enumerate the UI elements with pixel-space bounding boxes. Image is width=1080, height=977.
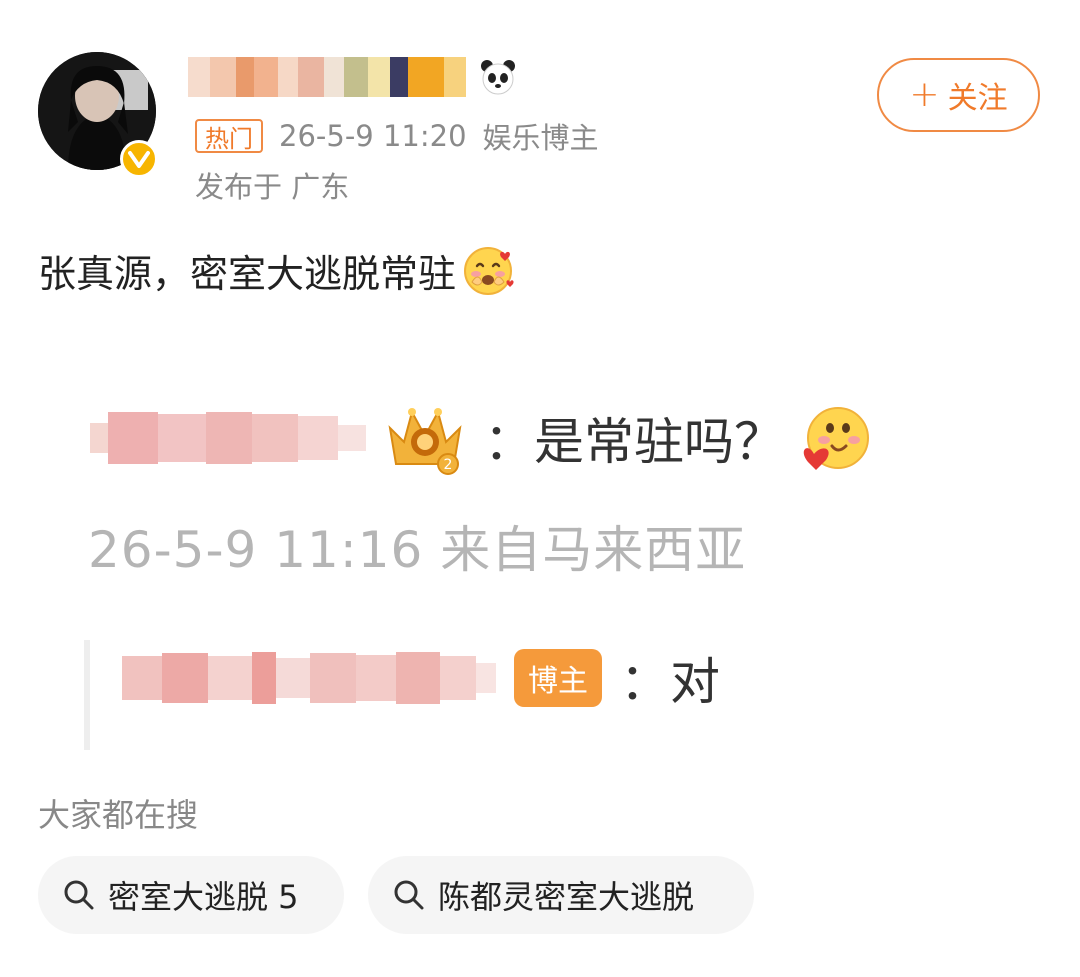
search-chip-1[interactable]: 密室大逃脱 5: [38, 856, 344, 934]
panda-icon: [481, 60, 515, 95]
plus-icon: +: [909, 74, 940, 115]
search-icon: [64, 880, 94, 910]
avatar-wrap[interactable]: [38, 52, 160, 178]
post-meta-row: 热门 26-5-9 11:20 娱乐博主: [195, 116, 599, 156]
follow-label: 关注: [947, 81, 1008, 116]
weibo-post-page: + 关注 热门 26-5-9 11:20 娱乐博主 发布于 广东 张真源，密室大…: [0, 0, 1080, 977]
follow-button[interactable]: + 关注: [877, 58, 1040, 132]
search-chip-label: 密室大逃脱 5: [108, 878, 299, 916]
post-time: 26-5-9 11:20: [279, 119, 467, 153]
search-icon: [394, 880, 424, 910]
svg-text:2: 2: [444, 457, 453, 473]
author-badge: 博主: [514, 649, 602, 707]
post-text: 张真源，密室大逃脱常驻: [38, 242, 516, 298]
post-location: 发布于 广东: [195, 170, 350, 204]
author-name-redacted[interactable]: [188, 57, 466, 97]
comment-text: ：是常驻吗？: [484, 413, 784, 471]
blush-emoji-icon: [464, 247, 514, 295]
trending-searches-title: 大家都在搜: [38, 796, 199, 834]
screenshot-comment-row: 2 ：是常驻吗？: [90, 398, 872, 478]
love-emoji-icon: [803, 407, 869, 470]
hot-badge: 热门: [195, 119, 263, 153]
replier-name-redacted: [122, 650, 496, 706]
comment-meta: 26-5-9 11:16 来自马来西亚: [88, 521, 747, 579]
search-chip-label: 陈都灵密室大逃脱: [438, 878, 695, 916]
reply-divider: [84, 640, 90, 750]
author-category: 娱乐博主: [482, 121, 599, 155]
verified-v-icon: [120, 140, 158, 178]
screenshot-reply-row: 博主 ：对: [122, 640, 720, 716]
commenter-name-redacted: [90, 410, 366, 466]
crown-icon: 2: [388, 408, 462, 475]
post-text-content: 张真源，密室大逃脱常驻: [38, 251, 457, 296]
search-chip-2[interactable]: 陈都灵密室大逃脱: [368, 856, 754, 934]
reply-text: ：对: [620, 653, 720, 711]
author-name-row: [188, 52, 518, 102]
